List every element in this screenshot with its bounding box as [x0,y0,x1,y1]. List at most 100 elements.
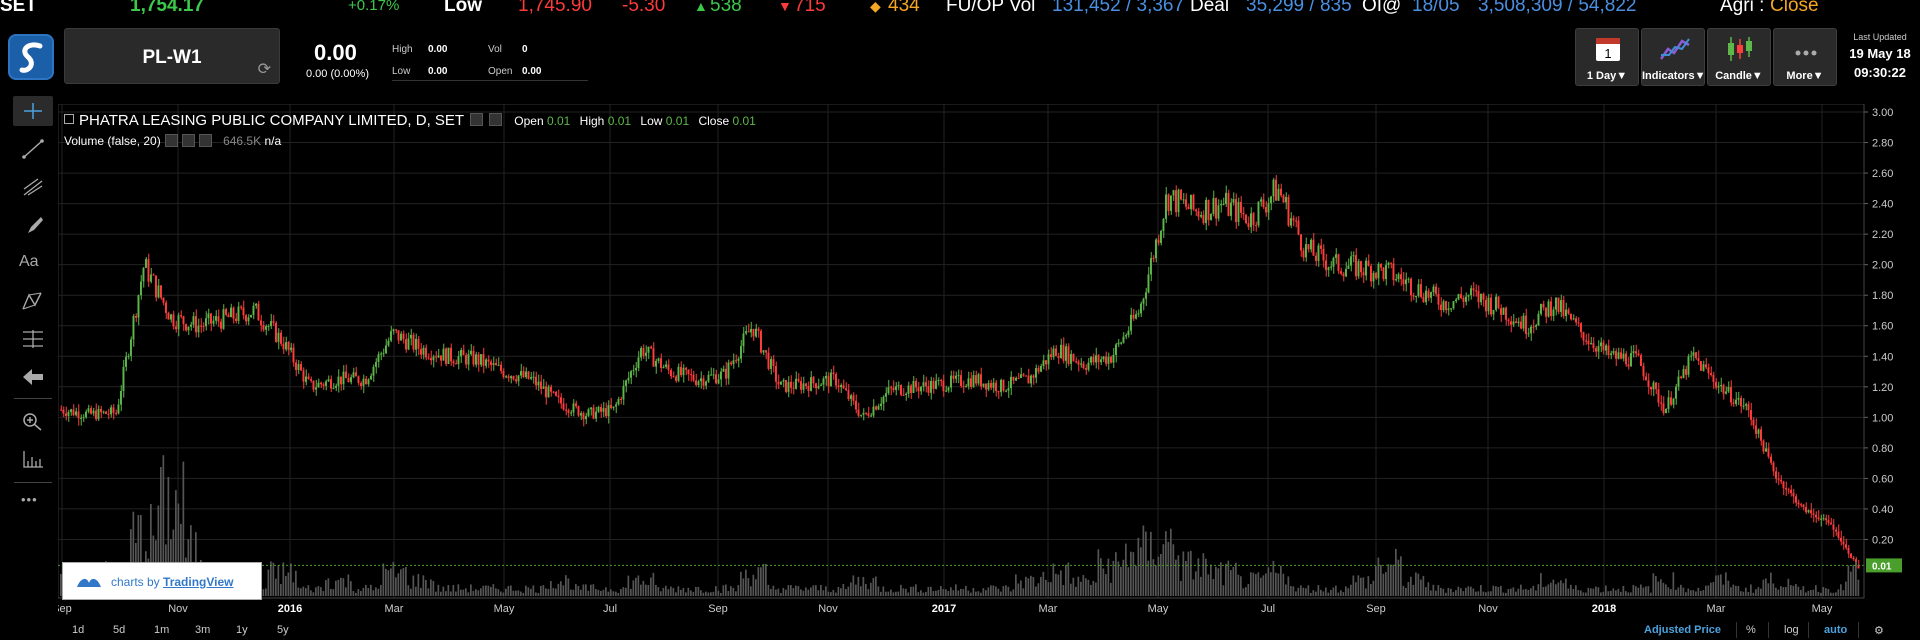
bottom-divider [1768,622,1769,638]
last-updated: Last Updated 19 May 18 09:30:22 [1844,32,1916,80]
volume-remove-icon[interactable] [198,134,212,147]
volume-bar [1417,573,1420,596]
candle-body [205,318,207,327]
volume-bar [357,589,360,596]
trend-line-tool[interactable] [13,134,53,164]
candle-body [730,362,732,365]
candle-body [1727,387,1730,392]
candle-body [965,386,967,388]
plot-area [58,104,1865,599]
chart-canvas[interactable]: 3.002.802.602.402.202.001.801.601.401.20… [58,104,1920,620]
indicators-button[interactable]: Indicators▼ [1641,28,1705,86]
candle-body [700,378,702,382]
volume-bar [1092,580,1095,596]
candle-body [1647,380,1650,387]
candle-body [1340,271,1342,274]
volume-bar [392,561,395,596]
symbol-selector[interactable]: PL-W1 ⟳ [64,28,280,84]
candle-body [202,326,205,328]
legend-high-value: 0.01 [607,114,632,128]
candle-body [252,305,255,315]
fib-tool[interactable] [13,324,53,354]
candle-body [1655,382,1657,390]
candle-body [1572,318,1575,320]
candle-body [1165,194,1167,219]
volume-bar [667,589,670,596]
app-logo-icon[interactable] [8,34,54,80]
candle-body [552,391,555,393]
candle-body [1527,333,1530,335]
ticker-oi-label: OI@ [1362,0,1402,16]
timeframe-1y[interactable]: 1y [236,624,248,636]
volume-bar [1392,564,1395,596]
volume-bar [862,576,865,596]
volume-bar [1582,592,1585,596]
volume-bar [1262,575,1265,596]
log-toggle[interactable]: log [1784,624,1799,636]
candle-body [1455,299,1457,302]
adjusted-price-toggle[interactable]: Adjusted Price [1644,624,1721,636]
tradingview-badge[interactable]: charts by TradingView [62,562,262,600]
volume-bar [787,585,790,596]
candle-body [1477,290,1480,303]
candle-body [142,267,145,282]
candle-body [1047,354,1050,365]
timeframe-1m[interactable]: 1m [154,624,169,636]
candle-body [992,382,995,388]
volume-bar [1555,584,1557,596]
candle-body [767,352,770,369]
candle-body [1025,375,1027,377]
volume-bar [1577,590,1580,596]
volume-bar [1212,579,1215,596]
volume-bar [345,587,347,596]
candle-body [497,364,500,366]
timeframe-3m[interactable]: 3m [195,624,210,636]
volume-bar [715,586,717,596]
volume-bar [520,591,522,596]
series-format-icon[interactable] [489,113,503,126]
candle-body [280,332,282,344]
series-settings-icon[interactable] [470,113,484,126]
timeframe-5d[interactable]: 5d [113,624,125,636]
candle-body [260,320,262,326]
more-tools[interactable]: ••• [13,488,53,518]
candle-body [1367,260,1370,267]
candle-body [872,406,875,416]
tradingview-link[interactable]: TradingView [163,575,233,589]
timeframe-1d[interactable]: 1d [72,624,84,636]
brush-tool[interactable] [13,210,53,240]
candle-body [572,403,575,413]
text-tool[interactable]: Aa [13,248,53,278]
pitchfork-tool[interactable] [13,172,53,202]
back-tool[interactable] [13,362,53,392]
refresh-icon[interactable]: ⟳ [258,59,271,79]
chart-type-button[interactable]: Candle▼ [1707,28,1771,86]
volume-bar [1675,589,1677,596]
candle-body [792,387,795,389]
gear-icon[interactable]: ⚙ [1874,624,1884,637]
candle-body [1347,265,1350,269]
volume-bar [1285,584,1287,596]
crosshair-tool[interactable] [13,96,53,126]
zoom-tool[interactable] [13,406,53,436]
period-button[interactable]: 1 1 Day▼ [1575,28,1639,86]
market-ticker: SET 1,754.17 +0.17% Low 1,745.90 -5.30 ▲… [0,0,1920,18]
volume-settings-icon[interactable] [164,134,178,147]
percent-toggle[interactable]: % [1746,624,1756,636]
price-chart[interactable]: 3.00 2.80 2.60 2.40 2.20 2.00 1.80 1.60 1.40 1.20… [58,104,1920,620]
candle-body [660,358,662,369]
collapse-legend-icon[interactable] [64,114,74,124]
candle-body [540,381,542,389]
auto-scale-toggle[interactable]: auto [1824,624,1847,636]
volume-bar [1512,587,1515,596]
pattern-tool[interactable] [13,286,53,316]
more-button[interactable]: More▼ [1773,28,1837,86]
candle-body [1680,376,1682,378]
candle-body [410,334,412,339]
candle-body [802,383,805,390]
volume-format-icon[interactable] [181,134,195,147]
measure-tool[interactable] [13,444,53,474]
volume-bar [1290,586,1292,596]
candle-body [400,333,402,341]
timeframe-5y[interactable]: 5y [277,624,289,636]
